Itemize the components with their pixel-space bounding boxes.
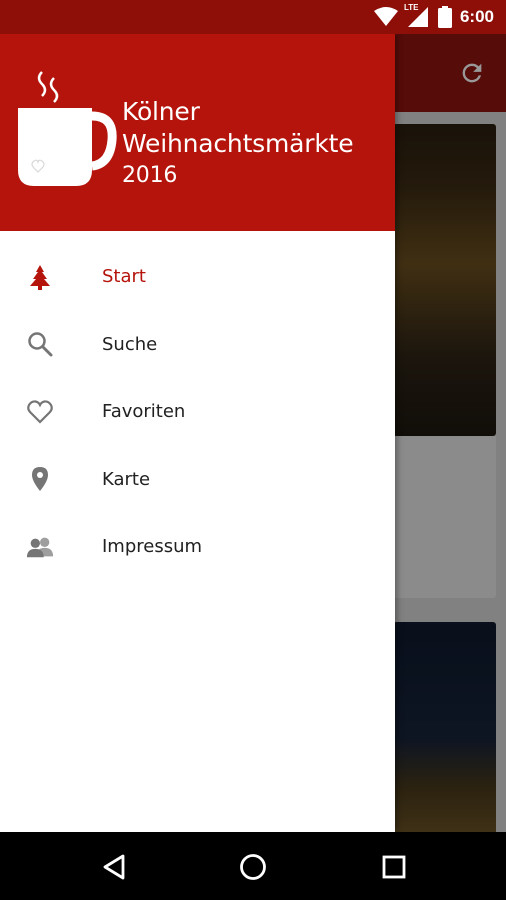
mug-icon <box>14 68 118 191</box>
nav-item-label: Start <box>102 266 146 288</box>
home-icon[interactable] <box>235 849 271 885</box>
app-title-line1: Kölner <box>122 97 200 126</box>
map-pin-icon <box>26 465 54 493</box>
heart-icon <box>26 398 54 426</box>
tree-icon <box>26 263 54 291</box>
nav-item-label: Karte <box>102 468 151 490</box>
battery-icon <box>437 6 452 28</box>
navigation-drawer: Kölner Weihnachtsmärkte 2016 Start Suche <box>0 34 395 832</box>
nav-item-start[interactable]: Start <box>0 243 395 311</box>
search-icon <box>26 330 54 358</box>
signal-icon: LTE <box>403 3 430 28</box>
app-year: 2016 <box>122 163 178 188</box>
wifi-icon <box>373 7 398 27</box>
status-clock: 6:00 <box>459 7 494 26</box>
app-title-line2: Weihnachtsmärkte <box>122 129 354 158</box>
app-title: Kölner Weihnachtsmärkte 2016 <box>122 96 354 192</box>
nav-item-suche[interactable]: Suche <box>0 311 395 379</box>
drawer-header: Kölner Weihnachtsmärkte 2016 <box>0 34 395 231</box>
people-icon <box>26 533 54 561</box>
status-bar: LTE 6:00 <box>0 0 506 34</box>
nav-item-label: Impressum <box>102 536 203 558</box>
nav-item-label: Favoriten <box>102 401 186 423</box>
recents-icon[interactable] <box>376 849 412 885</box>
nav-item-karte[interactable]: Karte <box>0 446 395 514</box>
back-icon[interactable] <box>96 849 132 885</box>
nav-item-favoriten[interactable]: Favoriten <box>0 378 395 446</box>
system-nav-bar <box>0 832 506 900</box>
nav-item-label: Suche <box>102 333 158 355</box>
network-type-label: LTE <box>403 3 419 12</box>
drawer-menu: Start Suche Favoriten Karte Impressum <box>0 243 395 581</box>
nav-item-impressum[interactable]: Impressum <box>0 513 395 581</box>
